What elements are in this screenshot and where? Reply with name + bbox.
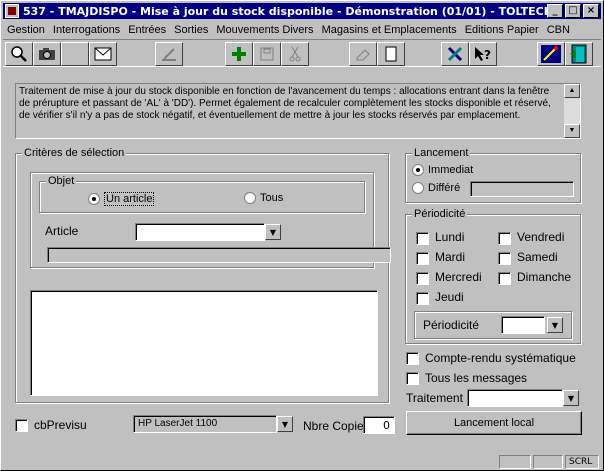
traitement-label: Traitement	[406, 391, 463, 405]
menu-entrees[interactable]: Entrées	[124, 24, 170, 36]
status-scrl: SCRL	[565, 455, 599, 469]
periodicite-group: Périodicité Lundi Mardi Mercredi Jeudi V…	[405, 208, 581, 344]
minimize-button[interactable]: _	[547, 4, 563, 18]
new-page-icon[interactable]	[377, 42, 405, 66]
edit-disabled-icon[interactable]	[155, 42, 183, 66]
menu-sorties[interactable]: Sorties	[170, 24, 212, 36]
tools-icon[interactable]	[441, 42, 469, 66]
eraser-disabled-icon[interactable]	[349, 42, 377, 66]
radio-differe-indicator[interactable]	[412, 182, 424, 194]
criteres-group: Critères de sélection Objet Un article T…	[15, 147, 391, 403]
window-title: 537 - TMAJDISPO - Mise à jour du stock d…	[23, 4, 553, 18]
scroll-up-button[interactable]: ▲	[564, 84, 580, 98]
status-bar: SCRL	[3, 453, 601, 470]
status-panel-1	[499, 455, 531, 469]
radio-tous[interactable]: Tous	[244, 192, 283, 204]
blank-button[interactable]	[61, 42, 89, 66]
objet-group: Objet Un article Tous	[39, 175, 365, 213]
cut-disabled-icon[interactable]	[281, 42, 309, 66]
main-window: 537 - TMAJDISPO - Mise à jour du stock d…	[0, 0, 604, 471]
checkbox-mercredi[interactable]: Mercredi	[416, 270, 482, 285]
title-bar[interactable]: 537 - TMAJDISPO - Mise à jour du stock d…	[3, 3, 601, 19]
nbre-copie-label: Nbre Copie	[303, 419, 364, 433]
app-icon[interactable]	[5, 4, 19, 18]
periodicite-combo-label: Périodicité	[423, 318, 480, 332]
traitement-combo[interactable]	[467, 389, 563, 407]
differe-date-field	[470, 181, 574, 197]
objet-panel: Objet Un article Tous Article ▼	[30, 172, 391, 268]
objet-title: Objet	[46, 175, 77, 187]
checkbox-jeudi[interactable]: Jeudi	[416, 290, 464, 305]
description-text: Traitement de mise à jour du stock dispo…	[19, 86, 551, 121]
checkbox-lundi[interactable]: Lundi	[416, 230, 464, 245]
radio-tous-indicator[interactable]	[244, 192, 256, 204]
checkbox-dimanche[interactable]: Dimanche	[498, 270, 571, 285]
toolbar: ?	[3, 39, 601, 67]
article-label: Article	[45, 224, 79, 238]
printer-value: HP LaserJet 1100	[138, 418, 218, 429]
checkbox-samedi[interactable]: Samedi	[498, 250, 558, 265]
menu-gestion[interactable]: Gestion	[3, 24, 49, 36]
criteres-title: Critères de sélection	[22, 147, 127, 159]
status-panel-2	[533, 455, 563, 469]
menu-bar: Gestion Interrogations Entrées Sorties M…	[3, 21, 601, 39]
article-combo[interactable]	[135, 223, 265, 241]
maximize-button[interactable]: □	[565, 4, 581, 18]
radio-immediat-label: Immediat	[428, 164, 474, 176]
description-box: Traitement de mise à jour du stock dispo…	[15, 83, 581, 139]
radio-immediat[interactable]: Immediat	[412, 164, 473, 176]
radio-immediat-indicator[interactable]	[412, 164, 424, 176]
radio-un-article[interactable]: Un article	[88, 192, 155, 206]
tous-messages-label: Tous les messages	[425, 371, 528, 385]
radio-un-article-indicator[interactable]	[88, 193, 100, 205]
printer-combo[interactable]: HP LaserJet 1100	[133, 415, 277, 433]
save-disabled-icon[interactable]	[253, 42, 281, 66]
lancement-title: Lancement	[412, 147, 471, 159]
periodicite-dropdown-button[interactable]: ▼	[547, 317, 563, 333]
traitement-dropdown-button[interactable]: ▼	[563, 390, 579, 406]
radio-tous-label: Tous	[260, 192, 284, 204]
cbprevisu-label: cbPrevisu	[34, 418, 87, 432]
article-description-field	[47, 247, 391, 263]
checkbox-cbprevisu[interactable]: cbPrevisu	[15, 418, 87, 432]
periodicite-title: Périodicité	[412, 208, 468, 220]
message-list[interactable]	[30, 290, 378, 396]
lancement-group: Lancement Immediat Différé	[405, 147, 581, 203]
description-scrollbar[interactable]: ▲ ▼	[564, 84, 580, 138]
checkbox-mardi[interactable]: Mardi	[416, 250, 465, 265]
lancement-local-button[interactable]: Lancement local	[406, 411, 582, 435]
checkbox-tous-messages[interactable]: Tous les messages	[406, 371, 527, 385]
help-icon[interactable]: ?	[469, 42, 497, 66]
mail-icon[interactable]	[89, 42, 117, 66]
menu-cbn[interactable]: CBN	[543, 24, 574, 36]
menu-mouvements-divers[interactable]: Mouvements Divers	[212, 24, 317, 36]
menu-magasins[interactable]: Magasins et Emplacements	[318, 24, 461, 36]
article-dropdown-button[interactable]: ▼	[265, 224, 281, 240]
menu-editions-papier[interactable]: Editions Papier	[461, 24, 543, 36]
camera-icon[interactable]	[33, 42, 61, 66]
scroll-down-button[interactable]: ▼	[564, 124, 580, 138]
radio-un-article-label: Un article	[104, 192, 155, 206]
printer-dropdown-button[interactable]: ▼	[277, 416, 293, 432]
checkbox-compte-rendu[interactable]: Compte-rendu systématique	[406, 351, 576, 365]
exit-icon[interactable]	[565, 42, 593, 66]
radio-differe-label: Différé	[428, 182, 461, 194]
close-button[interactable]: ×	[583, 4, 599, 18]
periodicite-combo[interactable]	[501, 316, 545, 334]
wizard-icon[interactable]	[537, 42, 565, 66]
svg-text:?: ?	[484, 48, 491, 62]
magnifier-icon[interactable]	[5, 42, 33, 66]
add-icon[interactable]	[225, 42, 253, 66]
radio-differe[interactable]: Différé	[412, 182, 460, 194]
nbre-copie-field[interactable]: 0	[363, 416, 395, 434]
checkbox-vendredi[interactable]: Vendredi	[498, 230, 564, 245]
menu-interrogations[interactable]: Interrogations	[49, 24, 124, 36]
compte-rendu-label: Compte-rendu systématique	[425, 351, 576, 365]
periodicite-combo-panel: Périodicité ▼	[414, 311, 572, 339]
